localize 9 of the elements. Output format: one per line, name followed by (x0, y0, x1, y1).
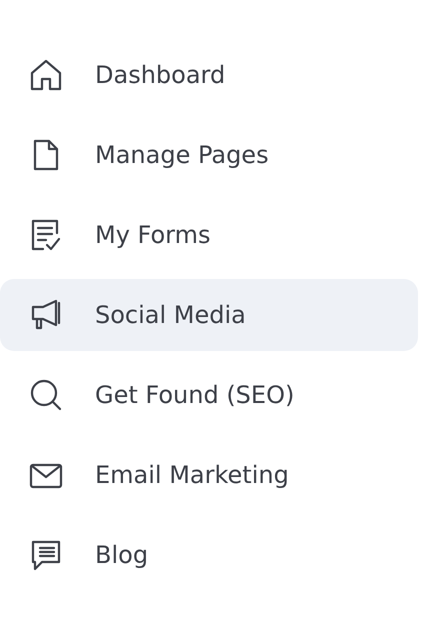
nav-item[interactable]: Manage Pages (0, 119, 418, 191)
search-icon (28, 377, 64, 413)
house-icon (28, 57, 64, 93)
nav-item[interactable]: Email Marketing (0, 439, 418, 511)
nav-item[interactable]: Get Found (SEO) (0, 359, 418, 431)
nav-item[interactable]: Social Media (0, 279, 418, 351)
nav-item[interactable]: Dashboard (0, 39, 418, 111)
nav-item[interactable]: My Forms (0, 199, 418, 271)
nav-item[interactable]: Blog (0, 519, 418, 591)
